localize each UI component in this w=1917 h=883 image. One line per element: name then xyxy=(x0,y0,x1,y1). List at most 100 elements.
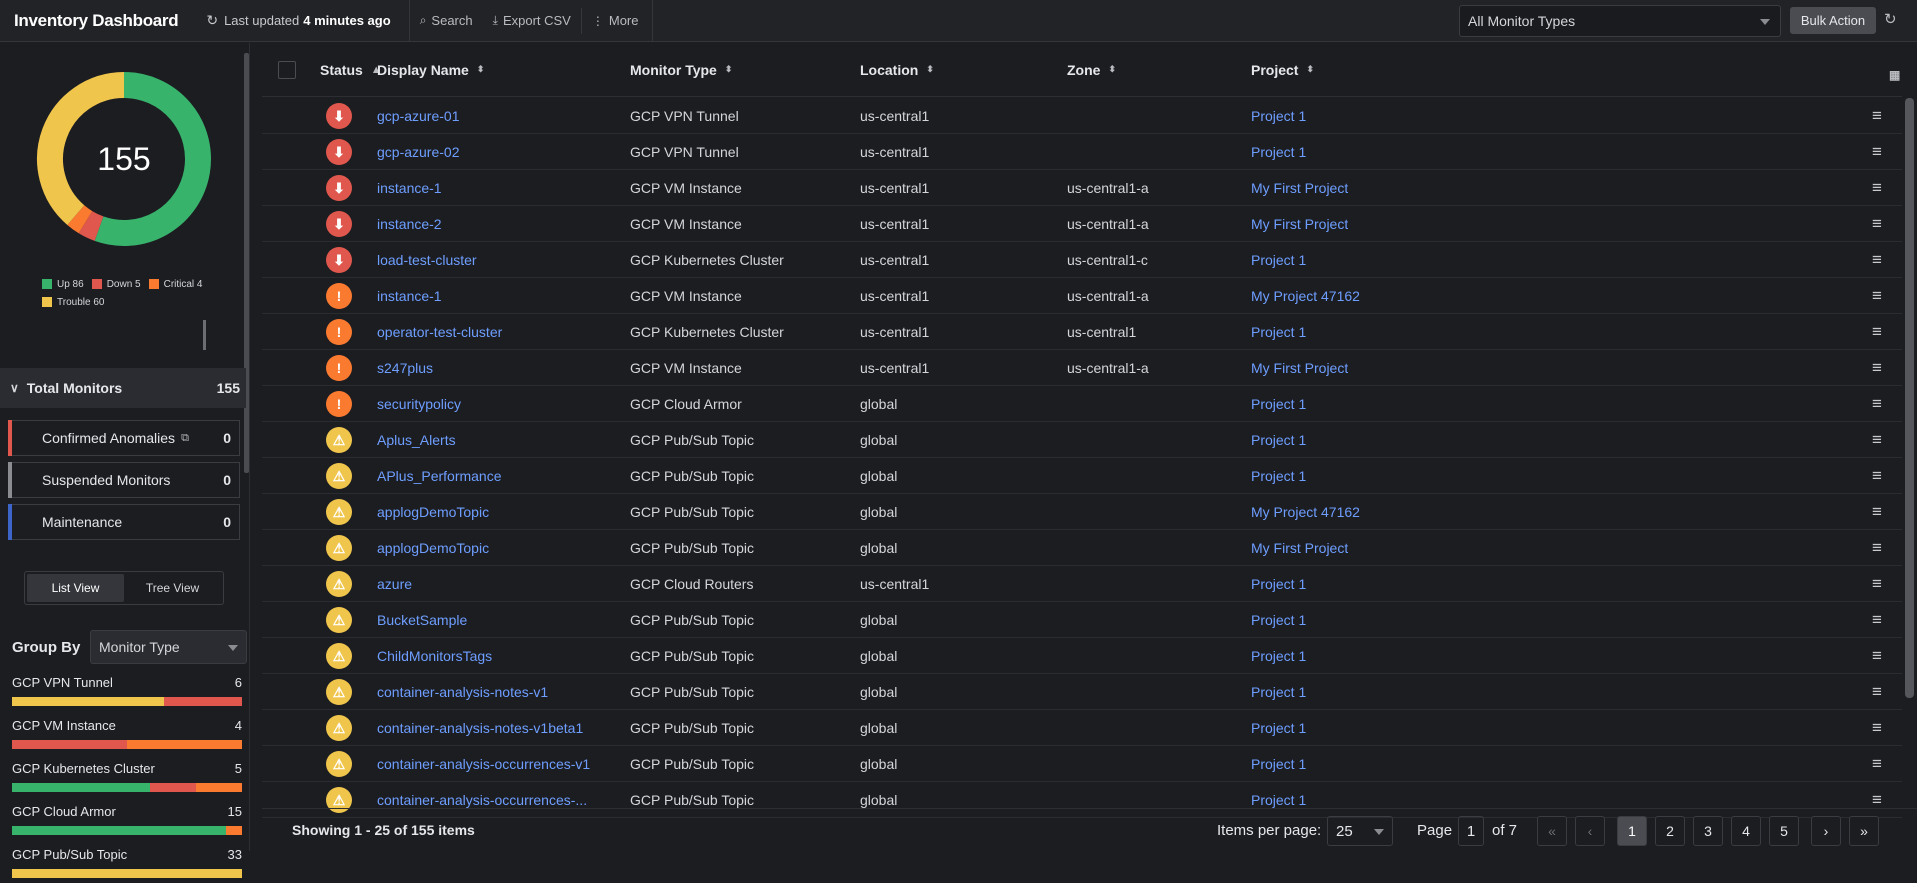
monitor-name-link[interactable]: BucketSample xyxy=(377,602,617,638)
row-menu-icon[interactable]: ≡ xyxy=(1872,286,1882,306)
project-link[interactable]: Project 1 xyxy=(1251,710,1306,746)
legend-up[interactable]: Up 86 xyxy=(42,279,84,290)
table-row[interactable]: ⬇ gcp-azure-02 GCP VPN Tunnel us-central1 Pr… xyxy=(262,134,1902,170)
monitor-name-link[interactable]: ChildMonitorsTags xyxy=(377,638,617,674)
page-2-button[interactable]: 2 xyxy=(1655,816,1685,846)
project-link[interactable]: Project 1 xyxy=(1251,602,1306,638)
project-link[interactable]: Project 1 xyxy=(1251,674,1306,710)
legend-down[interactable]: Down 5 xyxy=(91,279,141,290)
page-5-button[interactable]: 5 xyxy=(1769,816,1799,846)
monitor-type-select[interactable]: All Monitor Types xyxy=(1459,5,1781,37)
project-link[interactable]: Project 1 xyxy=(1251,566,1306,602)
group-item[interactable]: GCP VM Instance 4 xyxy=(12,718,242,754)
monitor-name-link[interactable]: instance-1 xyxy=(377,170,617,206)
column-display-name[interactable]: Display Name ⬍ xyxy=(377,62,484,78)
row-menu-icon[interactable]: ≡ xyxy=(1872,394,1882,414)
project-link[interactable]: My Project 47162 xyxy=(1251,278,1360,314)
row-menu-icon[interactable]: ≡ xyxy=(1872,754,1882,774)
table-row[interactable]: ⚠ BucketSample GCP Pub/Sub Topic global Proj… xyxy=(262,602,1902,638)
row-menu-icon[interactable]: ≡ xyxy=(1872,502,1882,522)
row-menu-icon[interactable]: ≡ xyxy=(1872,646,1882,666)
page-input[interactable]: 1 xyxy=(1458,816,1484,846)
page-1-button[interactable]: 1 xyxy=(1617,816,1647,846)
row-menu-icon[interactable]: ≡ xyxy=(1872,358,1882,378)
legend-critical[interactable]: Critical 4 xyxy=(148,279,204,290)
row-menu-icon[interactable]: ≡ xyxy=(1872,538,1882,558)
row-menu-icon[interactable]: ≡ xyxy=(1872,574,1882,594)
legend-trouble[interactable]: Trouble 60 xyxy=(42,297,104,308)
more-button[interactable]: ⋮ More xyxy=(580,7,649,34)
table-row[interactable]: ⚠ applogDemoTopic GCP Pub/Sub Topic global M… xyxy=(262,530,1902,566)
items-per-page-select[interactable]: 25 xyxy=(1327,816,1393,846)
last-page-button[interactable]: » xyxy=(1849,816,1879,846)
table-row[interactable]: ! s247plus GCP VM Instance us-central1 us-ce… xyxy=(262,350,1902,386)
project-link[interactable]: Project 1 xyxy=(1251,314,1306,350)
row-menu-icon[interactable]: ≡ xyxy=(1872,682,1882,702)
prev-page-button[interactable]: ‹ xyxy=(1575,816,1605,846)
column-location[interactable]: Location ⬍ xyxy=(860,62,934,78)
project-link[interactable]: My First Project xyxy=(1251,170,1348,206)
table-row[interactable]: ⚠ container-analysis-notes-v1beta1 GCP Pub… xyxy=(262,710,1902,746)
refresh-icon[interactable]: ↻ xyxy=(206,12,218,29)
select-all-checkbox[interactable] xyxy=(278,60,296,79)
row-menu-icon[interactable]: ≡ xyxy=(1872,466,1882,486)
table-row[interactable]: ! instance-1 GCP VM Instance us-central1 us-… xyxy=(262,278,1902,314)
monitor-name-link[interactable]: Aplus_Alerts xyxy=(377,422,617,458)
first-page-button[interactable]: « xyxy=(1537,816,1567,846)
monitor-name-link[interactable]: s247plus xyxy=(377,350,617,386)
column-settings-icon[interactable]: ▦ xyxy=(1889,68,1900,82)
project-link[interactable]: Project 1 xyxy=(1251,242,1306,278)
list-view-tab[interactable]: List View xyxy=(27,574,124,602)
group-item[interactable]: GCP Pub/Sub Topic 33 xyxy=(12,847,242,883)
page-4-button[interactable]: 4 xyxy=(1731,816,1761,846)
project-link[interactable]: My Project 47162 xyxy=(1251,494,1360,530)
project-link[interactable]: My First Project xyxy=(1251,350,1348,386)
monitor-name-link[interactable]: applogDemoTopic xyxy=(377,530,617,566)
monitor-name-link[interactable]: securitypolicy xyxy=(377,386,617,422)
confirmed-anomalies-box[interactable]: Confirmed Anomalies ⧉ 0 xyxy=(8,420,240,456)
table-row[interactable]: ! securitypolicy GCP Cloud Armor global Proj… xyxy=(262,386,1902,422)
table-scrollbar[interactable] xyxy=(1905,98,1914,698)
monitor-name-link[interactable]: applogDemoTopic xyxy=(377,494,617,530)
row-menu-icon[interactable]: ≡ xyxy=(1872,142,1882,162)
sidebar-scrollbar[interactable] xyxy=(244,53,249,473)
external-link-icon[interactable]: ⧉ xyxy=(181,432,189,445)
table-row[interactable]: ⚠ Aplus_Alerts GCP Pub/Sub Topic global Proj… xyxy=(262,422,1902,458)
suspended-monitors-box[interactable]: Suspended Monitors 0 xyxy=(8,462,240,498)
row-menu-icon[interactable]: ≡ xyxy=(1872,106,1882,126)
tree-view-tab[interactable]: Tree View xyxy=(124,574,221,602)
row-menu-icon[interactable]: ≡ xyxy=(1872,718,1882,738)
table-row[interactable]: ⚠ container-analysis-notes-v1 GCP Pub/Sub … xyxy=(262,674,1902,710)
monitor-name-link[interactable]: APlus_Performance xyxy=(377,458,617,494)
reload-icon[interactable]: ↻ xyxy=(1884,10,1897,28)
group-item[interactable]: GCP Kubernetes Cluster 5 xyxy=(12,761,242,797)
table-row[interactable]: ⚠ APlus_Performance GCP Pub/Sub Topic globa… xyxy=(262,458,1902,494)
row-menu-icon[interactable]: ≡ xyxy=(1872,430,1882,450)
monitor-name-link[interactable]: container-analysis-notes-v1 xyxy=(377,674,617,710)
table-row[interactable]: ⬇ load-test-cluster GCP Kubernetes Cluster… xyxy=(262,242,1902,278)
bulk-action-button[interactable]: Bulk Action xyxy=(1790,7,1876,34)
monitor-name-link[interactable]: load-test-cluster xyxy=(377,242,617,278)
project-link[interactable]: Project 1 xyxy=(1251,458,1306,494)
monitor-name-link[interactable]: gcp-azure-02 xyxy=(377,134,617,170)
row-menu-icon[interactable]: ≡ xyxy=(1872,790,1882,810)
monitor-name-link[interactable]: container-analysis-notes-v1beta1 xyxy=(377,710,617,746)
group-item[interactable]: GCP Cloud Armor 15 xyxy=(12,804,242,840)
project-link[interactable]: My First Project xyxy=(1251,530,1348,566)
row-menu-icon[interactable]: ≡ xyxy=(1872,610,1882,630)
project-link[interactable]: Project 1 xyxy=(1251,386,1306,422)
column-project[interactable]: Project ⬍ xyxy=(1251,62,1314,78)
project-link[interactable]: Project 1 xyxy=(1251,422,1306,458)
total-monitors-row[interactable]: ∨ Total Monitors 155 xyxy=(0,368,246,408)
table-row[interactable]: ! operator-test-cluster GCP Kubernetes Clu… xyxy=(262,314,1902,350)
table-row[interactable]: ⬇ gcp-azure-01 GCP VPN Tunnel us-central1 Pr… xyxy=(262,98,1902,134)
page-3-button[interactable]: 3 xyxy=(1693,816,1723,846)
table-row[interactable]: ⬇ instance-1 GCP VM Instance us-central1 us-… xyxy=(262,170,1902,206)
monitor-name-link[interactable]: gcp-azure-01 xyxy=(377,98,617,134)
row-menu-icon[interactable]: ≡ xyxy=(1872,214,1882,234)
legend-scrollbar[interactable] xyxy=(203,320,206,350)
table-row[interactable]: ⚠ applogDemoTopic GCP Pub/Sub Topic global M… xyxy=(262,494,1902,530)
column-status[interactable]: Status ▲ xyxy=(320,62,382,78)
group-item[interactable]: GCP VPN Tunnel 6 xyxy=(12,675,242,711)
table-row[interactable]: ⚠ ChildMonitorsTags GCP Pub/Sub Topic globa… xyxy=(262,638,1902,674)
